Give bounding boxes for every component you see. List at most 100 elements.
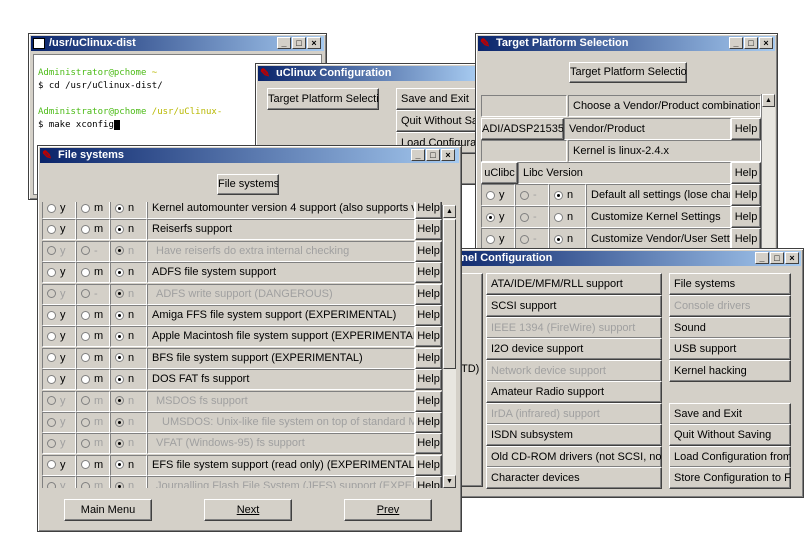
- option-n-radio[interactable]: n: [549, 228, 586, 250]
- option-m-radio[interactable]: m: [76, 262, 110, 284]
- option-dash-radio[interactable]: -: [515, 228, 549, 250]
- fs-help-button[interactable]: Help: [415, 219, 442, 241]
- kernel-config-titlebar[interactable]: rnel Configuration: [443, 251, 801, 266]
- option-m-radio[interactable]: m: [76, 390, 110, 412]
- option-m-radio[interactable]: m: [76, 369, 110, 391]
- option-n-radio[interactable]: n: [110, 305, 147, 326]
- option-m-radio[interactable]: m: [76, 454, 110, 476]
- option-n-radio[interactable]: n: [110, 219, 147, 241]
- option-y-radio[interactable]: y: [42, 454, 76, 476]
- option-y-radio[interactable]: y: [42, 412, 76, 433]
- character-devices-button[interactable]: Character devices: [486, 467, 662, 489]
- file-systems-header-button[interactable]: File systems: [217, 174, 279, 195]
- option-help-button[interactable]: Help: [731, 228, 761, 250]
- kernel-quit-without-saving-button[interactable]: Quit Without Saving: [669, 424, 791, 446]
- option-y-radio[interactable]: y: [481, 228, 515, 250]
- vendor-help-button[interactable]: Help: [731, 118, 761, 140]
- scroll-thumb[interactable]: [443, 219, 456, 369]
- old-cdrom-drivers-button[interactable]: Old CD-ROM drivers (not SCSI, not IDE): [486, 446, 662, 468]
- close-icon[interactable]: ×: [441, 149, 455, 161]
- fs-help-button[interactable]: Help: [415, 412, 442, 433]
- option-n-radio[interactable]: n: [110, 454, 147, 476]
- ieee1394-support-button[interactable]: IEEE 1394 (FireWire) support: [486, 317, 662, 339]
- kernel-save-and-exit-button[interactable]: Save and Exit: [669, 403, 791, 425]
- option-m-radio[interactable]: -: [76, 283, 110, 305]
- fs-help-button[interactable]: Help: [415, 476, 442, 488]
- close-icon[interactable]: ×: [785, 252, 799, 264]
- option-n-radio[interactable]: n: [549, 184, 586, 206]
- option-y-radio[interactable]: y: [42, 283, 76, 305]
- network-device-support-button[interactable]: Network device support: [486, 360, 662, 382]
- kernel-hacking-button[interactable]: Kernel hacking: [669, 360, 791, 382]
- fs-help-button[interactable]: Help: [415, 202, 442, 219]
- option-n-radio[interactable]: n: [110, 326, 147, 348]
- next-button[interactable]: Next: [204, 499, 292, 521]
- option-n-radio[interactable]: n: [110, 262, 147, 284]
- maximize-icon[interactable]: □: [292, 37, 306, 49]
- option-m-radio[interactable]: m: [76, 347, 110, 369]
- maximize-icon[interactable]: □: [744, 37, 758, 49]
- file-systems-titlebar[interactable]: ✎ File systems: [40, 148, 459, 163]
- option-n-radio[interactable]: n: [110, 390, 147, 412]
- fs-help-button[interactable]: Help: [415, 454, 442, 476]
- i2o-device-support-button[interactable]: I2O device support: [486, 338, 662, 360]
- option-m-radio[interactable]: m: [76, 433, 110, 455]
- option-y-radio[interactable]: y: [42, 433, 76, 455]
- scroll-up-icon[interactable]: ▲: [443, 205, 456, 218]
- maximize-icon[interactable]: □: [426, 149, 440, 161]
- option-m-radio[interactable]: -: [76, 240, 110, 262]
- libc-help-button[interactable]: Help: [731, 162, 761, 184]
- uclinux-config-titlebar[interactable]: ✎ uClinux Configuration: [258, 66, 476, 81]
- option-y-radio[interactable]: y: [42, 240, 76, 262]
- option-y-radio[interactable]: y: [481, 206, 515, 228]
- load-configuration-from-file-button[interactable]: Load Configuration from File: [669, 446, 791, 468]
- save-and-exit-button[interactable]: Save and Exit: [396, 88, 486, 110]
- fs-help-button[interactable]: Help: [415, 305, 442, 326]
- option-y-radio[interactable]: y: [481, 184, 515, 206]
- file-systems-scrollbar[interactable]: ▲ ▼: [442, 205, 456, 488]
- option-y-radio[interactable]: y: [42, 262, 76, 284]
- option-m-radio[interactable]: m: [76, 305, 110, 326]
- option-y-radio[interactable]: y: [42, 476, 76, 488]
- option-m-radio[interactable]: m: [76, 326, 110, 348]
- irda-support-button[interactable]: IrDA (infrared) support: [486, 403, 662, 425]
- option-m-radio[interactable]: m: [76, 412, 110, 433]
- option-y-radio[interactable]: y: [42, 202, 76, 219]
- scsi-support-button[interactable]: SCSI support: [486, 295, 662, 317]
- libc-value[interactable]: uClibc: [481, 162, 518, 184]
- maximize-icon[interactable]: □: [770, 252, 784, 264]
- option-y-radio[interactable]: y: [42, 305, 76, 326]
- file-systems-button[interactable]: File systems: [669, 273, 791, 295]
- close-icon[interactable]: ×: [307, 37, 321, 49]
- target-platform-scrollbar[interactable]: ▲: [761, 94, 775, 254]
- option-n-radio[interactable]: n: [549, 206, 586, 228]
- kernel-left-partial-button[interactable]: [459, 273, 483, 487]
- option-n-radio[interactable]: n: [110, 369, 147, 391]
- option-dash-radio[interactable]: -: [515, 206, 549, 228]
- fs-help-button[interactable]: Help: [415, 369, 442, 391]
- option-y-radio[interactable]: y: [42, 390, 76, 412]
- option-n-radio[interactable]: n: [110, 412, 147, 433]
- isdn-subsystem-button[interactable]: ISDN subsystem: [486, 424, 662, 446]
- option-help-button[interactable]: Help: [731, 184, 761, 206]
- fs-help-button[interactable]: Help: [415, 262, 442, 284]
- usb-support-button[interactable]: USB support: [669, 338, 791, 360]
- option-n-radio[interactable]: n: [110, 283, 147, 305]
- fs-help-button[interactable]: Help: [415, 390, 442, 412]
- minimize-icon[interactable]: _: [411, 149, 425, 161]
- option-n-radio[interactable]: n: [110, 476, 147, 488]
- quit-without-saving-button[interactable]: Quit Without Savi: [396, 110, 486, 132]
- scroll-up-icon[interactable]: ▲: [762, 94, 775, 107]
- minimize-icon[interactable]: _: [755, 252, 769, 264]
- minimize-icon[interactable]: _: [729, 37, 743, 49]
- console-drivers-button[interactable]: Console drivers: [669, 295, 791, 317]
- amateur-radio-support-button[interactable]: Amateur Radio support: [486, 381, 662, 403]
- fs-help-button[interactable]: Help: [415, 240, 442, 262]
- option-y-radio[interactable]: y: [42, 369, 76, 391]
- minimize-icon[interactable]: _: [277, 37, 291, 49]
- option-m-radio[interactable]: m: [76, 202, 110, 219]
- scroll-down-icon[interactable]: ▼: [443, 475, 456, 488]
- option-m-radio[interactable]: m: [76, 476, 110, 488]
- option-n-radio[interactable]: n: [110, 347, 147, 369]
- prev-button[interactable]: Prev: [344, 499, 432, 521]
